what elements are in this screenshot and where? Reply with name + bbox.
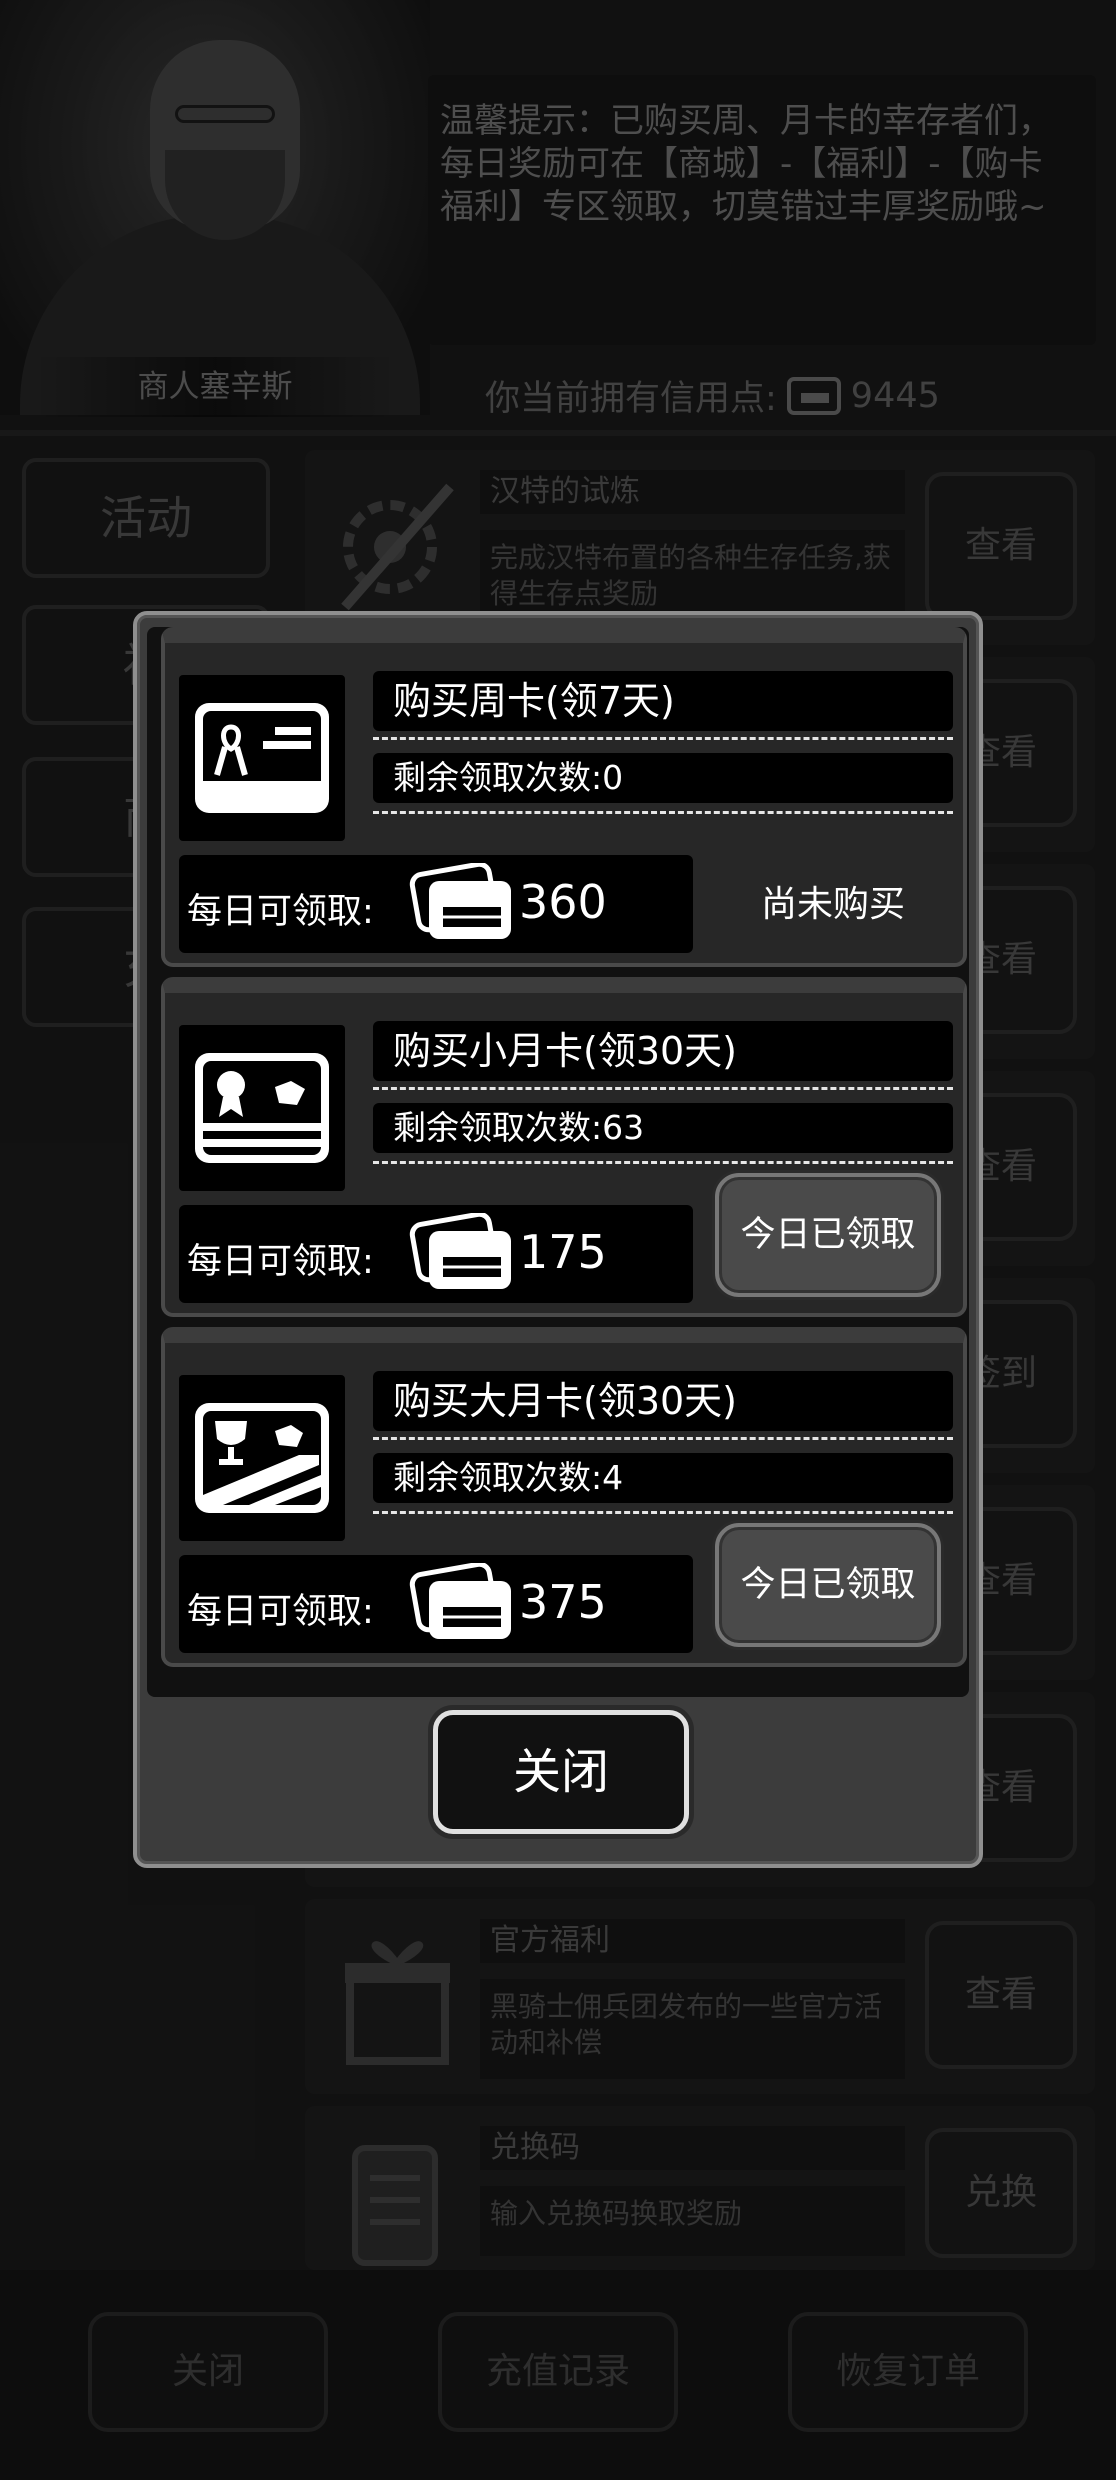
- card-title: 购买周卡(领7天): [373, 671, 953, 731]
- shop-screen: 商人塞辛斯 温馨提示：已购买周、月卡的幸存者们，每日奖励可在【商城】-【福利】-…: [0, 0, 1116, 2480]
- card-rewards-dialog: 购买周卡(领7天) 剩余领取次数:0 每日可领取: 360 尚未购买 购买小月卡…: [133, 611, 983, 1868]
- daily-reward-box: 每日可领取: 375: [179, 1555, 693, 1653]
- divider: [373, 737, 953, 740]
- claimed-today-button[interactable]: 今日已领取: [715, 1173, 941, 1297]
- divider: [373, 1511, 953, 1514]
- daily-value: 375: [519, 1575, 607, 1629]
- card-title: 购买小月卡(领30天): [373, 1021, 953, 1081]
- close-button[interactable]: 关闭: [433, 1710, 689, 1834]
- not-purchased-status: 尚未购买: [760, 884, 905, 925]
- remaining-claims: 剩余领取次数:63: [373, 1103, 953, 1153]
- daily-reward-box: 每日可领取: 175: [179, 1205, 693, 1303]
- trophy-card-icon: [195, 1403, 329, 1513]
- credit-card-icon: [409, 1563, 511, 1639]
- credit-card-icon: [409, 1213, 511, 1289]
- card-list: 购买周卡(领7天) 剩余领取次数:0 每日可领取: 360 尚未购买 购买小月卡…: [147, 627, 969, 1697]
- divider: [373, 1087, 953, 1090]
- medal-card-icon: [195, 1053, 329, 1163]
- daily-label: 每日可领取:: [187, 1242, 374, 1282]
- remaining-claims: 剩余领取次数:0: [373, 753, 953, 803]
- ribbon-card-icon: [195, 703, 329, 813]
- claimed-today-button[interactable]: 今日已领取: [715, 1523, 941, 1647]
- divider: [373, 1161, 953, 1164]
- card-title: 购买大月卡(领30天): [373, 1371, 953, 1431]
- divider: [373, 1437, 953, 1440]
- divider: [373, 811, 953, 814]
- daily-label: 每日可领取:: [187, 892, 374, 932]
- large-monthly-card-panel: 购买大月卡(领30天) 剩余领取次数:4 每日可领取: 375 今日已领取: [161, 1327, 967, 1667]
- weekly-card-panel: 购买周卡(领7天) 剩余领取次数:0 每日可领取: 360 尚未购买: [161, 627, 967, 967]
- remaining-claims: 剩余领取次数:4: [373, 1453, 953, 1503]
- daily-label: 每日可领取:: [187, 1592, 374, 1632]
- small-monthly-card-panel: 购买小月卡(领30天) 剩余领取次数:63 每日可领取: 175 今日已领取: [161, 977, 967, 1317]
- daily-value: 175: [519, 1225, 607, 1279]
- daily-reward-box: 每日可领取: 360: [179, 855, 693, 953]
- credit-card-icon: [409, 863, 511, 939]
- daily-value: 360: [519, 875, 607, 929]
